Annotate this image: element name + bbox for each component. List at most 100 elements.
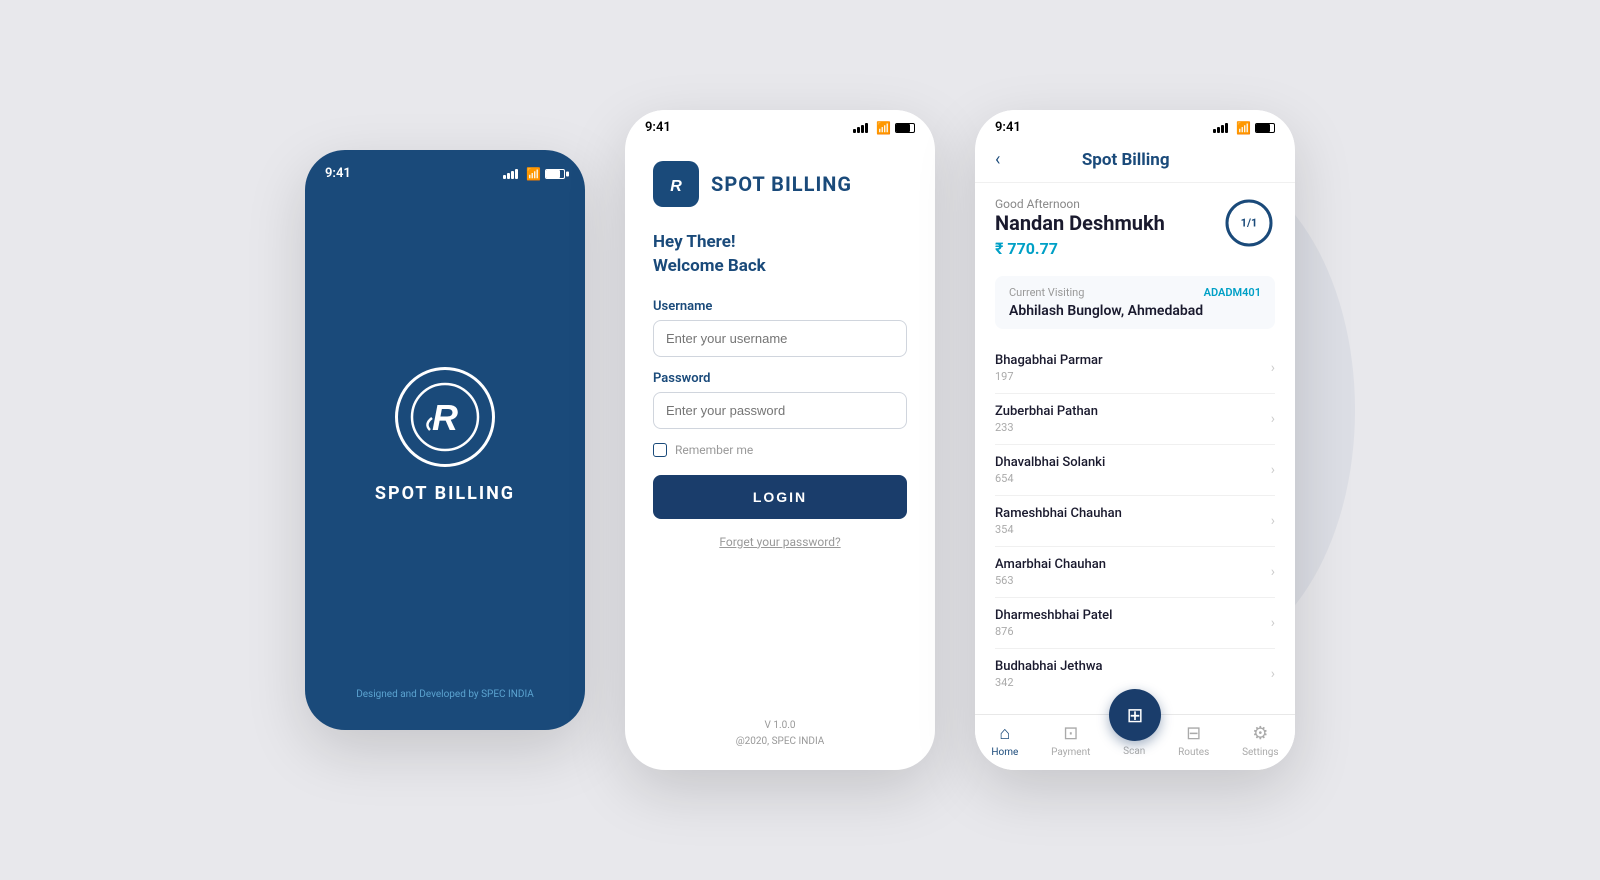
customer-info: Dharmeshbhai Patel 876 xyxy=(995,608,1112,638)
chevron-right-icon: › xyxy=(1271,666,1275,682)
customer-list-item[interactable]: Rameshbhai Chauhan 354 › xyxy=(995,496,1275,547)
amount: ₹ 770.77 xyxy=(995,239,1165,258)
nav-scan-label: Scan xyxy=(1123,746,1145,757)
user-name: Nandan Deshmukh xyxy=(995,211,1165,235)
forgot-password-link[interactable]: Forget your password? xyxy=(653,535,907,549)
remember-label: Remember me xyxy=(675,443,753,457)
status-bar-3: 9:41 📶 xyxy=(975,110,1295,141)
progress-label: 1/1 xyxy=(1241,217,1258,230)
customer-name: Rameshbhai Chauhan xyxy=(995,506,1122,521)
current-visiting-info: Current Visiting Abhilash Bunglow, Ahmed… xyxy=(1009,286,1203,319)
customer-list-item[interactable]: Amarbhai Chauhan 563 › xyxy=(995,547,1275,598)
customer-num: 563 xyxy=(995,574,1106,587)
user-info: Good Afternoon Nandan Deshmukh ₹ 770.77 xyxy=(995,197,1165,272)
status-icons-3: 📶 xyxy=(1213,121,1275,135)
customer-num: 342 xyxy=(995,676,1102,689)
login-app-name: SPOT BILLING xyxy=(711,172,852,196)
nav-home-label: Home xyxy=(991,747,1018,758)
login-footer: V 1.0.0 @2020, SPEC INDIA xyxy=(625,718,935,770)
nav-settings[interactable]: ⚙ Settings xyxy=(1242,723,1279,758)
chevron-right-icon: › xyxy=(1271,564,1275,580)
greeting: Hey There! Welcome Back xyxy=(653,231,907,279)
chevron-right-icon: › xyxy=(1271,615,1275,631)
battery-icon-1 xyxy=(545,169,565,179)
chevron-right-icon: › xyxy=(1271,462,1275,478)
customer-name: Dharmeshbhai Patel xyxy=(995,608,1112,623)
customer-list-item[interactable]: Bhagabhai Parmar 197 › xyxy=(995,343,1275,394)
time-3: 9:41 xyxy=(995,120,1021,135)
customer-info: Zuberbhai Pathan 233 xyxy=(995,404,1098,434)
back-button[interactable]: ‹ xyxy=(995,149,1000,170)
greeting-progress-row: Good Afternoon Nandan Deshmukh ₹ 770.77 … xyxy=(995,197,1275,272)
splash-logo-circle: R xyxy=(395,367,495,467)
nav-payment[interactable]: ⊡ Payment xyxy=(1051,723,1090,758)
status-bar-1: 9:41 📶 xyxy=(325,166,565,181)
chevron-right-icon: › xyxy=(1271,513,1275,529)
nav-payment-label: Payment xyxy=(1051,747,1090,758)
customer-num: 654 xyxy=(995,472,1105,485)
login-content: R SPOT BILLING Hey There! Welcome Back U… xyxy=(625,141,935,718)
status-bar-2: 9:41 📶 xyxy=(625,110,935,141)
dashboard-header: ‹ Spot Billing xyxy=(975,141,1295,183)
cv-name: Abhilash Bunglow, Ahmedabad xyxy=(1009,303,1203,319)
remember-row: Remember me xyxy=(653,443,907,457)
login-logo-box: R xyxy=(653,161,699,207)
status-icons-1: 📶 xyxy=(503,167,565,181)
bottom-nav: ⌂ Home ⊡ Payment ⊞ Scan ⊟ Routes ⚙ Setti… xyxy=(975,714,1295,770)
splash-logo-svg: R xyxy=(410,382,480,452)
customer-name: Zuberbhai Pathan xyxy=(995,404,1098,419)
customer-info: Bhagabhai Parmar 197 xyxy=(995,353,1103,383)
time-2: 9:41 xyxy=(645,120,671,135)
password-label: Password xyxy=(653,371,907,386)
wifi-icon-2: 📶 xyxy=(876,121,891,135)
home-icon: ⌂ xyxy=(999,723,1010,744)
scan-fab[interactable]: ⊞ xyxy=(1109,689,1161,741)
customer-name: Amarbhai Chauhan xyxy=(995,557,1106,572)
screen-title: Spot Billing xyxy=(1082,150,1170,170)
remember-checkbox[interactable] xyxy=(653,443,667,457)
login-logo-row: R SPOT BILLING xyxy=(653,161,907,207)
status-icons-2: 📶 xyxy=(853,121,915,135)
good-afternoon: Good Afternoon xyxy=(995,197,1165,211)
nav-scan[interactable]: ⊞ Scan xyxy=(1123,724,1145,757)
cv-code: ADADM401 xyxy=(1204,286,1261,299)
username-input[interactable] xyxy=(653,320,907,357)
splash-screen: 9:41 📶 R xyxy=(305,150,585,730)
customer-list: Bhagabhai Parmar 197 › Zuberbhai Pathan … xyxy=(995,343,1275,699)
version: V 1.0.0 xyxy=(765,720,796,731)
chevron-right-icon: › xyxy=(1271,411,1275,427)
customer-list-item[interactable]: Zuberbhai Pathan 233 › xyxy=(995,394,1275,445)
signal-icon-1 xyxy=(503,169,518,179)
nav-home[interactable]: ⌂ Home xyxy=(991,723,1018,758)
greeting-line1: Hey There! xyxy=(653,232,736,252)
scan-fab-icon: ⊞ xyxy=(1127,703,1144,727)
customer-info: Dhavalbhai Solanki 654 xyxy=(995,455,1105,485)
username-label: Username xyxy=(653,299,907,314)
chevron-right-icon: › xyxy=(1271,360,1275,376)
dashboard-body: Good Afternoon Nandan Deshmukh ₹ 770.77 … xyxy=(975,183,1295,714)
page-wrapper: 9:41 📶 R xyxy=(305,110,1295,770)
customer-name: Dhavalbhai Solanki xyxy=(995,455,1105,470)
dashboard-screen: 9:41 📶 ‹ Spot Billing xyxy=(975,110,1295,770)
customer-name: Bhagabhai Parmar xyxy=(995,353,1103,368)
customer-num: 876 xyxy=(995,625,1112,638)
customer-num: 197 xyxy=(995,370,1103,383)
settings-icon: ⚙ xyxy=(1252,723,1268,744)
signal-icon-3 xyxy=(1213,123,1228,133)
login-button[interactable]: LOGIN xyxy=(653,475,907,519)
login-screen: 9:41 📶 R xyxy=(625,110,935,770)
signal-icon-2 xyxy=(853,123,868,133)
current-visiting-card: Current Visiting Abhilash Bunglow, Ahmed… xyxy=(995,276,1275,329)
customer-list-item[interactable]: Dhavalbhai Solanki 654 › xyxy=(995,445,1275,496)
customer-info: Amarbhai Chauhan 563 xyxy=(995,557,1106,587)
customer-list-item[interactable]: Dharmeshbhai Patel 876 › xyxy=(995,598,1275,649)
customer-name: Budhabhai Jethwa xyxy=(995,659,1102,674)
login-logo-svg: R xyxy=(662,170,690,198)
splash-footer: Designed and Developed by SPEC INDIA xyxy=(356,689,534,700)
routes-icon: ⊟ xyxy=(1186,723,1201,744)
nav-routes-label: Routes xyxy=(1178,747,1209,758)
battery-icon-3 xyxy=(1255,123,1275,133)
nav-routes[interactable]: ⊟ Routes xyxy=(1178,723,1209,758)
wifi-icon-1: 📶 xyxy=(526,167,541,181)
password-input[interactable] xyxy=(653,392,907,429)
